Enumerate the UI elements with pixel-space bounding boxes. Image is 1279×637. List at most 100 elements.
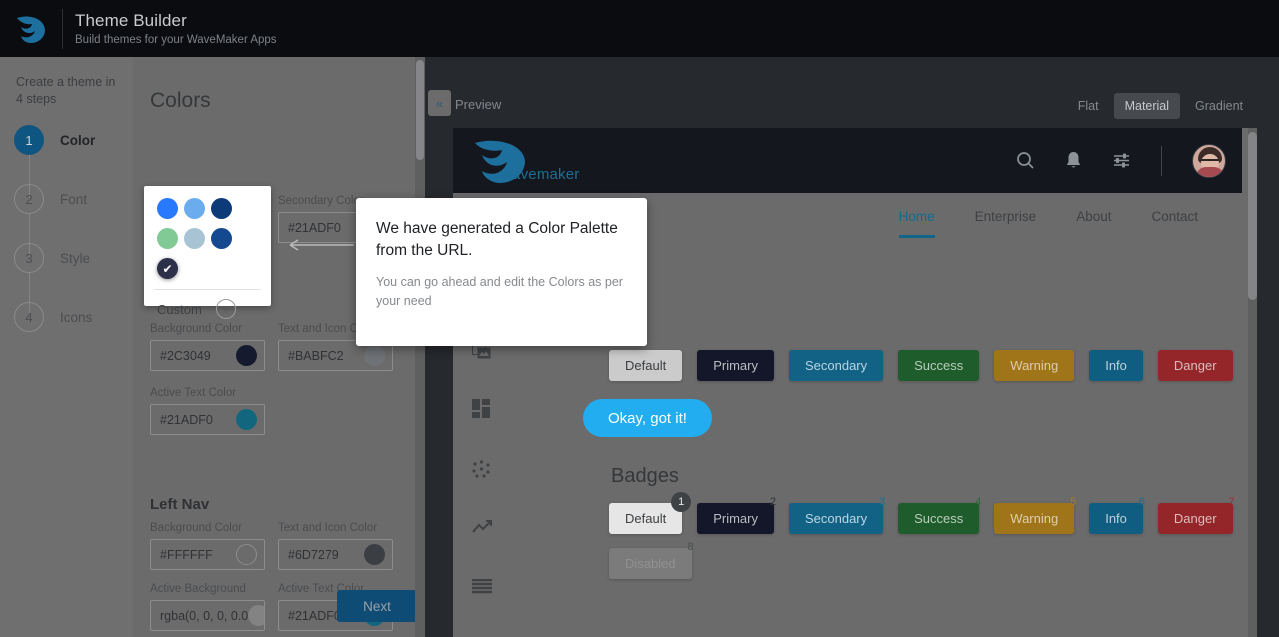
value-leftnav-active-background: rgba(0, 0, 0, 0.0	[160, 608, 249, 623]
preview-logo-icon: wavemaker	[471, 135, 580, 187]
colors-heading: Colors	[150, 89, 211, 112]
input-leftnav-active-background[interactable]: rgba(0, 0, 0, 0.0	[150, 600, 265, 631]
style-tabs: Flat Material Gradient	[1067, 93, 1254, 119]
badge-count-4: 4	[975, 496, 982, 508]
field-leftnav-text-icon: Text and Icon Color #6D7279	[278, 522, 393, 570]
nav-item-enterprise[interactable]: Enterprise	[975, 197, 1037, 238]
trending-up-icon[interactable]	[472, 519, 493, 540]
badge-danger[interactable]: Danger	[1157, 503, 1233, 534]
swatch-background-color[interactable]	[236, 345, 257, 366]
palette-swatch-1[interactable]	[157, 198, 178, 219]
app-header: Theme Builder Build themes for your Wave…	[0, 0, 1279, 57]
tab-flat[interactable]: Flat	[1067, 93, 1110, 119]
badge-primary[interactable]: Primary	[697, 503, 774, 534]
sidebar-item-style[interactable]: 3 Style	[14, 243, 90, 273]
palette-swatch-2[interactable]	[184, 198, 205, 219]
value-text-icon-color: #BABFC2	[288, 348, 344, 363]
palette-swatch-7-selected[interactable]: ✔	[157, 258, 178, 279]
swatch-active-text-color[interactable]	[236, 409, 257, 430]
theme-builder-panel: Create a theme in 4 steps 1 Color 2 Font…	[0, 57, 430, 637]
plus-icon[interactable]: +	[215, 299, 236, 319]
swatch-leftnav-text-icon[interactable]	[364, 544, 385, 565]
step-label-icons: Icons	[60, 309, 93, 325]
palette-custom-row[interactable]: Custom +	[144, 290, 271, 319]
button-default[interactable]: Default	[609, 350, 683, 381]
input-background-color[interactable]: #2C3049	[150, 340, 265, 371]
input-leftnav-text-icon[interactable]: #6D7279	[278, 539, 393, 570]
palette-swatch-4[interactable]	[157, 228, 178, 249]
sidebar-item-icons[interactable]: 4 Icons	[14, 302, 92, 332]
label-active-text-color: Active Text Color	[150, 387, 237, 399]
badge-count-6: 6	[1138, 496, 1145, 508]
custom-label: Custom	[157, 301, 202, 317]
wavemaker-logo-icon	[0, 0, 62, 57]
badge-default[interactable]: Default	[609, 503, 683, 534]
lines-icon[interactable]	[472, 578, 492, 600]
badges-heading: Badges	[611, 465, 679, 487]
button-info[interactable]: Info	[1089, 350, 1143, 381]
palette-swatch-grid: ✔	[144, 186, 260, 288]
label-leftnav-text-icon: Text and Icon Color	[278, 522, 378, 534]
nav-item-about[interactable]: About	[1076, 197, 1111, 238]
image-icon[interactable]	[472, 343, 491, 365]
badges-row: Default 1 Primary 2 Secondary 3 Success …	[609, 492, 1235, 534]
tooltip-card: We have generated a Color Palette from t…	[356, 198, 647, 346]
badge-success[interactable]: Success	[898, 503, 980, 534]
badge-count-2: 2	[769, 496, 777, 508]
left-panel-scrollbar-thumb[interactable]	[416, 60, 424, 160]
value-leftnav-background: #FFFFFF	[160, 547, 213, 562]
okay-got-it-button[interactable]: Okay, got it!	[583, 399, 712, 437]
palette-swatch-3[interactable]	[211, 198, 232, 219]
button-warning[interactable]: Warning	[994, 350, 1075, 381]
left-nav-heading: Left Nav	[150, 496, 210, 513]
color-palette-dropdown[interactable]: ✔ Custom +	[144, 186, 271, 319]
wizard-steps: Create a theme in 4 steps 1 Color 2 Font…	[0, 57, 133, 637]
button-secondary[interactable]: Secondary	[788, 350, 884, 381]
step-number-3: 3	[14, 243, 44, 273]
nav-active-underline	[898, 234, 935, 238]
sidebar-item-color[interactable]: 1 Color	[14, 125, 95, 155]
preview-app-header: wavemaker	[453, 128, 1248, 193]
label-leftnav-background: Background Color	[150, 522, 243, 534]
value-leftnav-text-icon: #6D7279	[288, 547, 339, 562]
sidebar-item-font[interactable]: 2 Font	[14, 184, 87, 214]
bell-icon[interactable]	[1065, 151, 1082, 170]
palette-swatch-5[interactable]	[184, 228, 205, 249]
input-leftnav-background[interactable]: #FFFFFF	[150, 539, 265, 570]
palette-swatch-6[interactable]	[211, 228, 232, 249]
search-icon[interactable]	[1016, 151, 1035, 170]
swatch-text-icon-color[interactable]	[364, 345, 385, 366]
badge-count-3: 3	[879, 496, 886, 508]
preview-scrollbar-thumb[interactable]	[1248, 132, 1257, 300]
button-success[interactable]: Success	[898, 350, 980, 381]
nav-item-contact[interactable]: Contact	[1151, 197, 1198, 238]
page-subtitle: Build themes for your WaveMaker Apps	[75, 34, 277, 46]
next-button[interactable]: Next	[337, 590, 417, 622]
badge-secondary[interactable]: Secondary	[788, 503, 884, 534]
tab-gradient[interactable]: Gradient	[1184, 93, 1254, 119]
button-danger[interactable]: Danger	[1157, 350, 1233, 381]
badge-disabled-wrap: Disabled 8	[609, 541, 694, 579]
input-active-text-color[interactable]: #21ADF0	[150, 404, 265, 435]
colors-form: Colors Primary Color #2C3049 Secondary C…	[133, 57, 430, 637]
badge-success-wrap: Success 4	[898, 496, 981, 534]
collapse-panel-button[interactable]: «	[428, 90, 451, 116]
app-root: Theme Builder Build themes for your Wave…	[0, 0, 1279, 637]
sliders-icon[interactable]	[1112, 151, 1131, 170]
scatter-icon[interactable]	[472, 460, 491, 484]
avatar[interactable]	[1192, 143, 1226, 178]
swatch-leftnav-background[interactable]	[236, 544, 257, 565]
check-icon: ✔	[162, 261, 173, 276]
badge-count-1: 1	[671, 492, 692, 512]
badge-default-wrap: Default 1	[609, 492, 692, 534]
badge-info-wrap: Info 6	[1089, 496, 1145, 534]
avatar-glasses	[1201, 158, 1219, 165]
nav-item-home[interactable]: Home	[898, 197, 935, 238]
tab-material[interactable]: Material	[1113, 93, 1181, 119]
swatch-leftnav-active-background[interactable]	[248, 605, 264, 626]
tooltip-subtitle: You can go ahead and edit the Colors as …	[376, 275, 623, 308]
button-primary[interactable]: Primary	[697, 350, 774, 381]
badge-warning[interactable]: Warning	[994, 503, 1075, 534]
header-icon-divider	[1161, 145, 1162, 176]
dashboard-icon[interactable]	[472, 399, 491, 423]
